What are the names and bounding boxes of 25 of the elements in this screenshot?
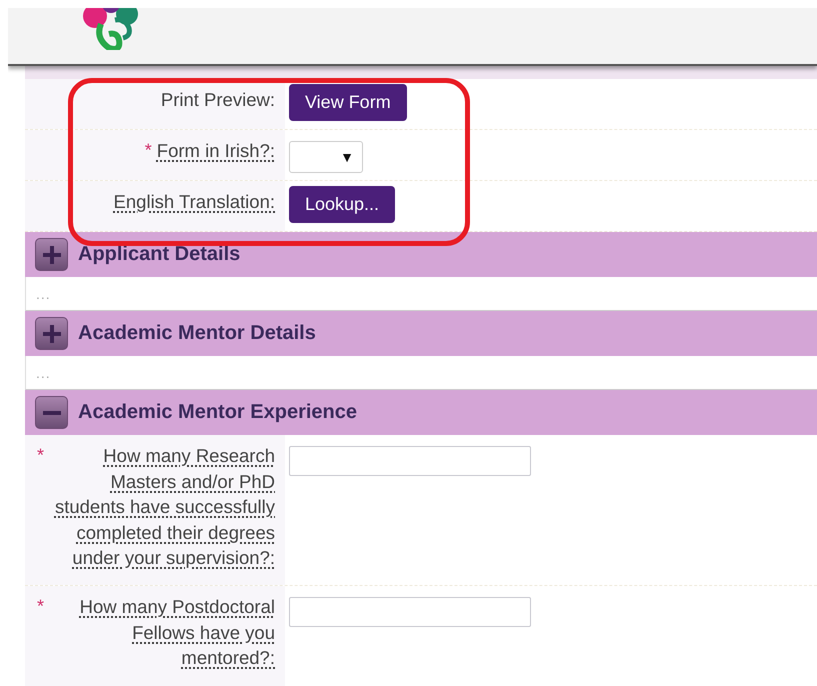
- dropdown-arrow: ▼: [340, 149, 354, 165]
- plus-icon: [42, 324, 60, 342]
- input-field[interactable]: [289, 597, 531, 627]
- form-button[interactable]: Lookup...: [289, 186, 396, 223]
- required-mark: *: [36, 444, 44, 467]
- field-label: Form in Irish?:: [156, 139, 275, 163]
- field-label: How many Research Masters and/or PhD students have successfully completed their degrees under your supervision?:: [54, 444, 275, 570]
- required-mark: *: [36, 595, 44, 618]
- ellipsis-text: ...: [36, 364, 51, 380]
- field-label: How many Postdoctoral Fellows have you mentored?:: [78, 595, 275, 670]
- section-title: Academic Mentor Experience: [78, 401, 357, 424]
- required-mark: *: [144, 139, 152, 162]
- expand-button[interactable]: [35, 238, 68, 271]
- field-label: English Translation:: [114, 190, 275, 214]
- input-field[interactable]: [289, 446, 531, 476]
- expand-button[interactable]: [35, 317, 68, 350]
- minus-icon: [42, 410, 60, 414]
- section-title: Applicant Details: [78, 243, 240, 266]
- form-button[interactable]: View Form: [289, 84, 407, 121]
- collapse-button[interactable]: [35, 396, 68, 429]
- field-label: Print Preview:: [160, 88, 275, 112]
- section-title: Academic Mentor Details: [78, 322, 316, 345]
- ellipsis-text: ...: [36, 286, 51, 302]
- plus-icon: [42, 246, 60, 264]
- select-field[interactable]: ▼: [289, 141, 363, 173]
